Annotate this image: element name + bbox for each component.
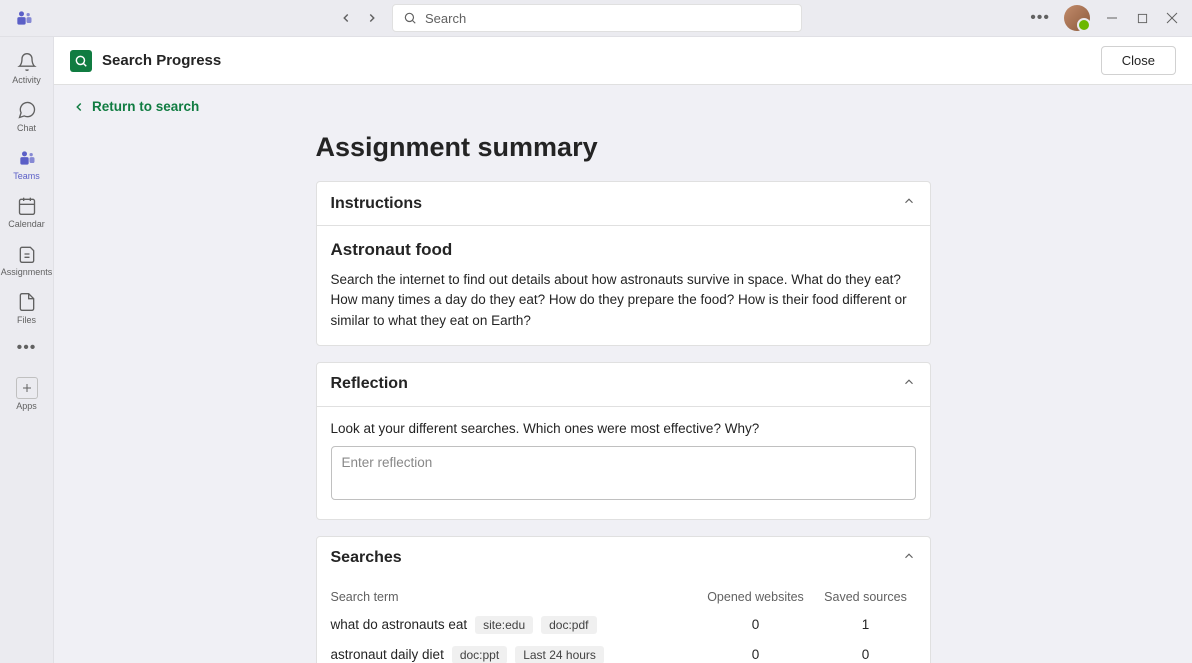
nav-back-button[interactable]: [336, 8, 356, 28]
searches-header[interactable]: Searches: [317, 537, 930, 580]
col-saved-header: Saved sources: [816, 590, 916, 604]
instructions-header[interactable]: Instructions: [317, 182, 930, 226]
instructions-title: Astronaut food: [331, 240, 916, 260]
page-title: Assignment summary: [316, 132, 931, 163]
instructions-card: Instructions Astronaut food Search the i…: [316, 181, 931, 346]
rail-label: Files: [17, 315, 36, 325]
reflection-input[interactable]: [331, 446, 916, 500]
saved-count: 1: [816, 617, 916, 632]
app-bar: Search Progress Close: [54, 37, 1192, 85]
bell-icon: [16, 51, 38, 73]
rail-label: Teams: [13, 171, 40, 181]
search-tag: site:edu: [475, 616, 533, 634]
app-title: Search Progress: [102, 52, 221, 69]
search-placeholder: Search: [425, 11, 466, 26]
rail-activity[interactable]: Activity: [0, 47, 54, 89]
teams-icon: [16, 147, 38, 169]
col-term-header: Search term: [331, 590, 696, 604]
rail-label: Activity: [12, 75, 41, 85]
rail-chat[interactable]: Chat: [0, 95, 54, 137]
reflection-header[interactable]: Reflection: [317, 363, 930, 407]
rail-assignments[interactable]: Assignments: [0, 239, 54, 281]
opened-count: 0: [696, 617, 816, 632]
chevron-up-icon: [902, 194, 916, 213]
rail-calendar[interactable]: Calendar: [0, 191, 54, 233]
searches-table-header: Search term Opened websites Saved source…: [317, 580, 930, 610]
table-row[interactable]: what do astronauts eat site:edu doc:pdf 01: [317, 610, 930, 640]
return-to-search-link[interactable]: Return to search: [72, 99, 1192, 114]
chevron-up-icon: [902, 549, 916, 568]
teams-logo-icon: [12, 6, 36, 30]
global-search-input[interactable]: Search: [392, 4, 802, 32]
searches-card: Searches Search term Opened websites Sav…: [316, 536, 931, 663]
avatar[interactable]: [1064, 5, 1090, 31]
search-progress-app-icon: [70, 50, 92, 72]
card-heading: Instructions: [331, 195, 423, 213]
calendar-icon: [16, 195, 38, 217]
reflection-prompt: Look at your different searches. Which o…: [331, 421, 916, 436]
nav-forward-button[interactable]: [362, 8, 382, 28]
window-close-button[interactable]: [1164, 10, 1180, 26]
rail-files[interactable]: Files: [0, 287, 54, 329]
rail-label: Calendar: [8, 219, 45, 229]
opened-count: 0: [696, 647, 816, 662]
chevron-up-icon: [902, 375, 916, 394]
search-tag: Last 24 hours: [515, 646, 604, 663]
search-tag: doc:ppt: [452, 646, 507, 663]
back-link-label: Return to search: [92, 99, 199, 114]
col-opened-header: Opened websites: [696, 590, 816, 604]
search-tag: doc:pdf: [541, 616, 596, 634]
files-icon: [16, 291, 38, 313]
rail-label: Assignments: [1, 267, 53, 277]
instructions-text: Search the internet to find out details …: [331, 270, 916, 331]
search-term: astronaut daily diet: [331, 647, 444, 662]
rail-label: Chat: [17, 123, 36, 133]
saved-count: 0: [816, 647, 916, 662]
title-bar: Search •••: [0, 0, 1192, 37]
rail-apps-button[interactable]: [16, 377, 38, 399]
table-row[interactable]: astronaut daily diet doc:ppt Last 24 hours…: [317, 640, 930, 663]
reflection-card: Reflection Look at your different search…: [316, 362, 931, 520]
card-heading: Reflection: [331, 375, 408, 393]
rail-label: Apps: [16, 401, 37, 411]
close-button[interactable]: Close: [1101, 46, 1176, 75]
rail-more[interactable]: •••: [17, 339, 37, 357]
assignments-icon: [16, 243, 38, 265]
card-heading: Searches: [331, 549, 402, 567]
window-maximize-button[interactable]: [1134, 10, 1150, 26]
window-minimize-button[interactable]: [1104, 10, 1120, 26]
app-rail: Activity Chat Teams Calendar Assignments…: [0, 37, 54, 663]
rail-teams[interactable]: Teams: [0, 143, 54, 185]
more-button[interactable]: •••: [1030, 9, 1050, 27]
chevron-left-icon: [72, 100, 86, 114]
search-icon: [403, 11, 417, 25]
search-term: what do astronauts eat: [331, 617, 468, 632]
chat-icon: [16, 99, 38, 121]
